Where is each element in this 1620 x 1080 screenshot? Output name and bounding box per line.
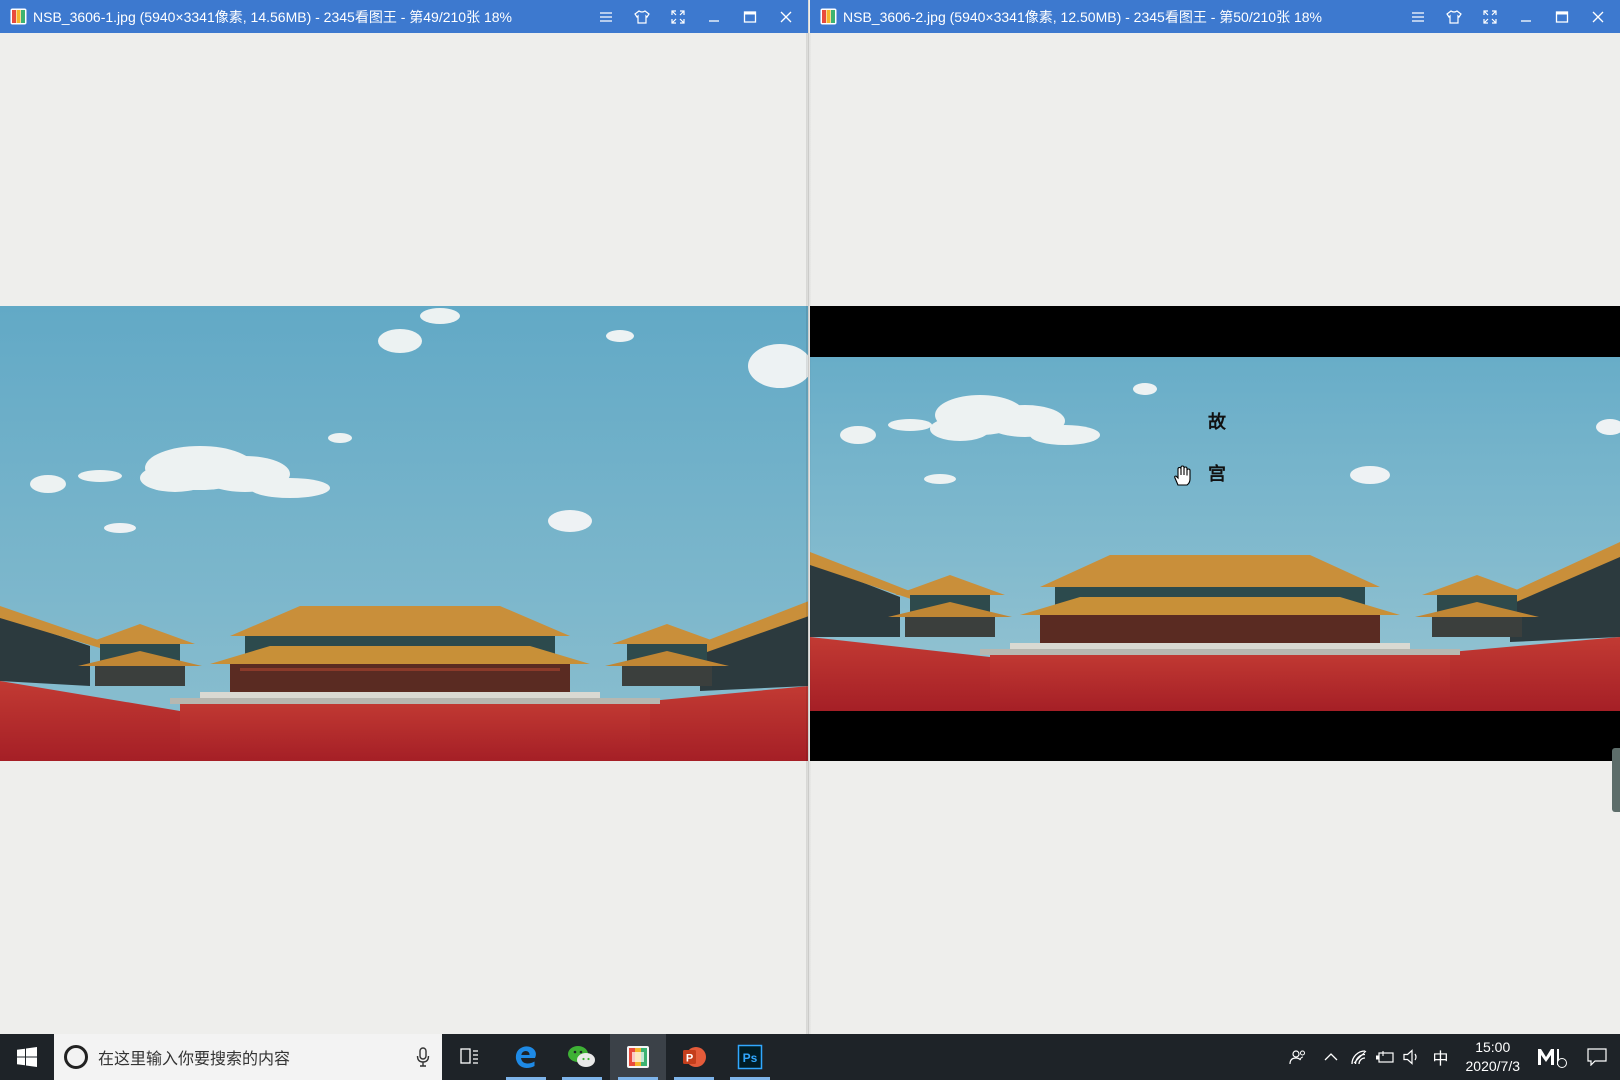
search-placeholder: 在这里输入你要搜索的内容	[98, 1051, 291, 1068]
minimize-icon[interactable]	[1508, 0, 1544, 33]
system-tray: 中 15:00 2020/7/3	[1280, 1034, 1620, 1080]
overlay-char-1: 故	[1208, 412, 1226, 433]
window-title: NSB_3606-2.jpg (5940×3341像素, 12.50MB) - …	[843, 8, 1322, 25]
wifi-icon[interactable]	[1346, 1034, 1372, 1080]
powerpoint-icon: P	[683, 1047, 706, 1067]
photoshop-icon: Ps	[737, 1044, 763, 1070]
svg-text:Ps: Ps	[743, 1051, 758, 1065]
scroll-handle[interactable]	[1612, 748, 1620, 812]
maximize-icon[interactable]	[1544, 0, 1580, 33]
taskbar-app-wechat[interactable]	[554, 1034, 610, 1080]
windows-logo-icon	[17, 1047, 37, 1067]
overlay-char-2: 宫	[1208, 464, 1226, 485]
app-icon	[820, 8, 837, 25]
maximize-icon[interactable]	[732, 0, 768, 33]
clock-date: 2020/7/3	[1465, 1058, 1521, 1074]
edge-icon	[515, 1046, 536, 1068]
close-icon[interactable]	[1580, 0, 1616, 33]
people-icon[interactable]	[1280, 1034, 1316, 1080]
image-viewer-window-right[interactable]: NSB_3606-2.jpg (5940×3341像素, 12.50MB) - …	[810, 0, 1620, 1034]
app-icon	[10, 8, 27, 25]
photo-forbidden-city-right[interactable]: 故 宫	[810, 306, 1620, 761]
task-view-button[interactable]	[442, 1034, 498, 1080]
chevron-up-icon[interactable]	[1316, 1034, 1346, 1080]
fullscreen-icon[interactable]	[1472, 0, 1508, 33]
ime-indicator[interactable]: 中	[1426, 1034, 1456, 1080]
skin-icon[interactable]	[624, 0, 660, 33]
app-tray-icon[interactable]	[1530, 1034, 1574, 1080]
clock-time: 15:00	[1475, 1039, 1511, 1055]
battery-icon[interactable]	[1372, 1034, 1398, 1080]
fullscreen-icon[interactable]	[660, 0, 696, 33]
image-viewer-window-left[interactable]: NSB_3606-1.jpg (5940×3341像素, 14.56MB) - …	[0, 0, 809, 1034]
menu-icon[interactable]	[1400, 0, 1436, 33]
menu-icon[interactable]	[588, 0, 624, 33]
svg-text:P: P	[686, 1053, 693, 1065]
cortana-icon	[64, 1045, 88, 1069]
microphone-icon[interactable]	[416, 1047, 430, 1067]
start-button[interactable]	[0, 1034, 54, 1080]
volume-icon[interactable]	[1398, 1034, 1426, 1080]
window-controls	[588, 0, 804, 33]
task-view-icon	[460, 1048, 478, 1064]
hand-cursor-icon	[1174, 465, 1191, 486]
title-bar[interactable]: NSB_3606-1.jpg (5940×3341像素, 14.56MB) - …	[0, 0, 808, 33]
taskbar-app-2345-viewer[interactable]	[610, 1034, 666, 1080]
window-title: NSB_3606-1.jpg (5940×3341像素, 14.56MB) - …	[33, 8, 512, 25]
title-bar[interactable]: NSB_3606-2.jpg (5940×3341像素, 12.50MB) - …	[810, 0, 1620, 33]
taskbar-app-powerpoint[interactable]: P	[666, 1034, 722, 1080]
taskbar-search-box[interactable]: 在这里输入你要搜索的内容	[54, 1034, 442, 1080]
wechat-icon	[568, 1046, 595, 1067]
window-divider	[806, 33, 811, 1034]
close-icon[interactable]	[768, 0, 804, 33]
taskbar-app-photoshop[interactable]: Ps	[722, 1034, 778, 1080]
taskbar-clock[interactable]: 15:00 2020/7/3	[1456, 1038, 1531, 1076]
minimize-icon[interactable]	[696, 0, 732, 33]
image-viewer-icon	[627, 1046, 649, 1068]
taskbar-app-edge[interactable]	[498, 1034, 554, 1080]
skin-icon[interactable]	[1436, 0, 1472, 33]
photo-forbidden-city-left[interactable]	[0, 306, 808, 761]
taskbar: 在这里输入你要搜索的内容 P Ps 中 15:00 2020/7/3	[0, 1034, 1620, 1080]
notification-icon[interactable]	[1574, 1034, 1620, 1080]
window-controls	[1400, 0, 1616, 33]
